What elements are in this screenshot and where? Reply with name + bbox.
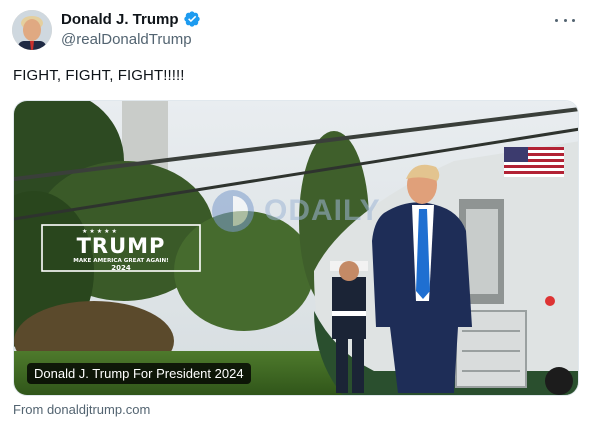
more-horizontal-icon[interactable] [555, 12, 575, 28]
card-caption: Donald J. Trump For President 2024 [27, 363, 251, 384]
watermark-logo-icon [210, 188, 256, 234]
sign-title: TRUMP [77, 234, 166, 258]
link-card[interactable]: ★★★★★ TRUMP MAKE AMERICA GREAT AGAIN! 20… [13, 100, 579, 396]
watermark: ODAILY [210, 188, 381, 234]
display-name[interactable]: Donald J. Trump [61, 11, 179, 28]
tweet: Donald J. Trump @realDonaldTrump FIGHT, … [0, 0, 597, 426]
verified-badge-icon [183, 10, 201, 28]
handle[interactable]: @realDonaldTrump [61, 31, 201, 48]
watermark-text: ODAILY [264, 194, 381, 227]
tweet-text: FIGHT, FIGHT, FIGHT!!!!! [13, 67, 185, 84]
author-block: Donald J. Trump @realDonaldTrump [61, 9, 201, 48]
card-domain[interactable]: From donaldjtrump.com [13, 402, 150, 417]
name-row: Donald J. Trump [61, 9, 201, 29]
card-image: ★★★★★ TRUMP MAKE AMERICA GREAT AGAIN! 20… [14, 101, 578, 395]
sign-year: 2024 [111, 264, 131, 272]
avatar[interactable] [12, 10, 52, 50]
